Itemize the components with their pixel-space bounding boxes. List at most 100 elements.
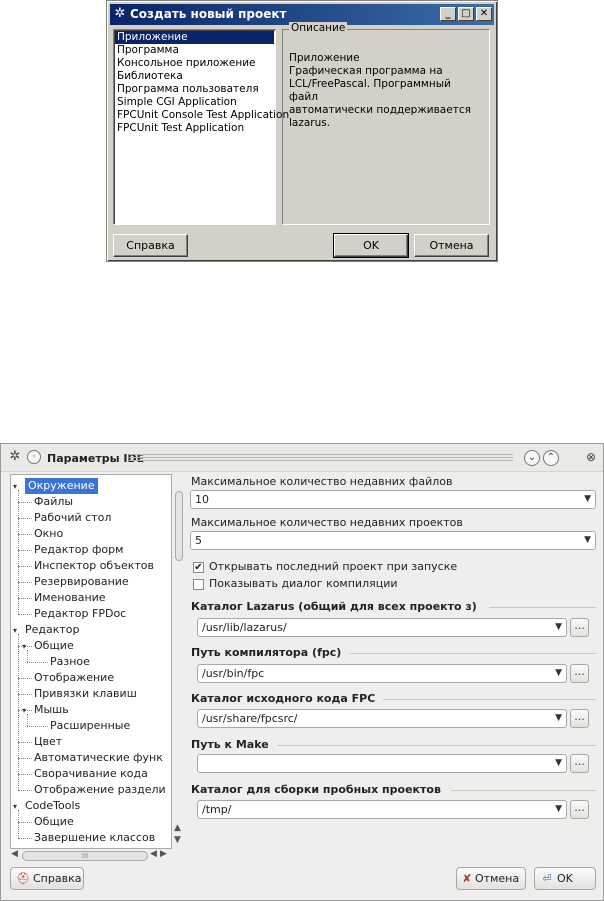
open-last-project-label[interactable]: Открывать последний проект при запуске [209,560,457,573]
tree-connector [18,646,32,647]
window-menu-icon[interactable]: ◦ [27,450,41,464]
minimize-button[interactable]: _ [440,7,456,21]
tree-connector [18,502,32,503]
tree-connector [18,710,32,711]
ok-button[interactable]: OK [333,233,409,258]
maximize-icon[interactable]: ⌃ [543,450,559,466]
project-type-item[interactable]: Приложение [115,31,274,44]
tree-item[interactable]: Расширенные [50,718,130,734]
tree-item[interactable]: Редактор [25,622,80,638]
project-type-item[interactable]: Программа [115,44,274,57]
scroll-left-icon[interactable]: ◀ [150,849,157,859]
tree-connector [18,614,32,615]
options-tree[interactable]: Окружение ▾ Файлы Рабочий стол Окно Редактор … [10,474,172,849]
scroll-down-icon[interactable]: ▼ [174,835,181,845]
description-line: lazarus. [289,117,331,129]
ide-options-titlebar[interactable]: ✲ ◦ Параметры IDE ⌄ ⌃ ⊗ [1,444,603,472]
tree-item[interactable]: Мышь [34,702,69,718]
ide-ok-label: OK [557,872,573,885]
chevron-down-icon: ▼ [555,622,562,632]
tree-connector [27,650,28,662]
tree-connector [27,662,48,663]
project-type-item[interactable]: FPCUnit Test Application [115,122,274,135]
scroll-up-icon[interactable]: ▲ [174,823,181,833]
make-path-combo[interactable]: ▼ [197,754,567,773]
group-divider [489,607,596,608]
tree-item[interactable]: Отображение раздели [34,782,166,798]
project-type-list[interactable]: Приложение Программа Консольное приложение… [113,29,289,225]
tree-vertical-scrollbar[interactable]: ▲ ▼ [173,477,185,847]
tree-item[interactable]: Окно [34,526,63,542]
tree-item[interactable]: Резервирование [34,574,129,590]
scroll-left-icon[interactable]: ◀ [11,849,18,859]
tree-item[interactable]: Автоматические функ [34,750,163,766]
open-last-project-checkbox[interactable]: ✔ [193,562,204,573]
scrollbar-thumb[interactable]: III [22,851,148,861]
max-recent-projects-combo[interactable]: 5 ▼ [190,531,596,550]
close-icon[interactable]: ⊗ [583,450,599,466]
project-type-item[interactable]: Программа пользователя [115,83,274,96]
description-text: Приложение Графическая программа на LCL/Fr… [289,52,483,130]
ide-help-label: Справка [33,872,82,885]
ide-help-button[interactable]: ⛑ Справка [10,867,84,890]
test-build-dir-browse-button[interactable]: ... [570,800,589,819]
lazarus-dir-value: /usr/lib/lazarus/ [202,621,287,634]
project-type-item[interactable]: Библиотека [115,70,274,83]
lazarus-dir-combo[interactable]: /usr/lib/lazarus/ ▼ [197,618,567,637]
tree-item[interactable]: Цвет [34,734,62,750]
tree-item[interactable]: Общие [34,638,74,654]
make-path-browse-button[interactable]: ... [570,754,589,773]
compiler-path-browse-button[interactable]: ... [570,664,589,683]
tree-connector [18,598,32,599]
tree-connector [18,550,32,551]
chevron-down-icon: ▼ [555,713,562,723]
max-recent-projects-label: Максимальное количество недавних проекто… [191,516,463,529]
new-project-title: Создать новый проект [130,7,287,21]
group-divider [277,745,596,746]
chevron-down-icon: ▼ [555,804,562,814]
tree-connector [18,678,32,679]
close-button[interactable]: ✕ [476,7,492,21]
maximize-button[interactable]: □ [458,7,474,21]
project-type-item[interactable]: FPCUnit Console Test Application [115,109,289,122]
chevron-down-icon: ▼ [555,758,562,768]
tree-item[interactable]: Сворачивание кода [34,766,148,782]
ide-cancel-label: Отмена [475,872,520,885]
lazarus-dir-browse-button[interactable]: ... [570,618,589,637]
tree-item[interactable]: Рабочий стол [34,510,111,526]
tree-horizontal-scrollbar[interactable]: ◀ III ◀ ▶ [10,849,172,862]
max-recent-files-combo[interactable]: 10 ▼ [190,490,596,509]
tree-item[interactable]: Общие [34,814,74,830]
project-type-item[interactable]: Simple CGI Application [115,96,274,109]
tree-item[interactable]: Инспектор объектов [34,558,154,574]
project-type-item[interactable]: Консольное приложение [115,57,274,70]
fpc-source-combo[interactable]: /usr/share/fpcsrc/ ▼ [197,709,567,728]
tree-item[interactable]: Именование [34,590,106,606]
help-button[interactable]: Справка [113,234,188,257]
tree-connector [18,634,19,790]
tree-item[interactable]: Привязки клавиш [34,686,137,702]
max-recent-projects-value: 5 [195,534,202,547]
tree-item[interactable]: CodeTools [25,798,80,814]
cancel-button[interactable]: Отмена [414,234,489,257]
show-compile-dialog-label[interactable]: Показывать диалог компиляции [209,577,398,590]
group-divider [383,699,596,700]
tree-item[interactable]: Окружение [25,478,98,494]
fpc-source-browse-button[interactable]: ... [570,709,589,728]
tree-item[interactable]: Завершение классов [34,830,155,846]
tree-item[interactable]: Отображение [34,670,114,686]
compiler-path-combo[interactable]: /usr/bin/fpc ▼ [197,664,567,683]
ide-ok-button[interactable]: ⏎ OK [534,867,596,890]
make-path-label: Путь к Make [191,738,269,751]
ide-cancel-button[interactable]: ✘ Отмена [456,867,526,890]
tree-item[interactable]: Файлы [34,494,73,510]
scrollbar-thumb[interactable] [175,491,183,561]
tree-item[interactable]: Редактор FPDoc [34,606,126,622]
show-compile-dialog-checkbox[interactable] [193,579,204,590]
minimize-icon[interactable]: ⌄ [524,450,540,466]
scroll-right-icon[interactable]: ▶ [160,849,167,859]
tree-item[interactable]: Редактор форм [34,542,123,558]
chevron-down-icon: ▼ [584,494,591,504]
tree-item[interactable]: Разное [50,654,90,670]
test-build-dir-combo[interactable]: /tmp/ ▼ [197,800,567,819]
